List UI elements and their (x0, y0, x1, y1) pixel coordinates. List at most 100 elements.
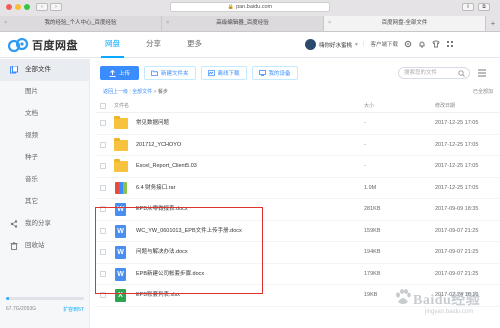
file-name[interactable]: EPB新建公司帐套步骤.docx (136, 264, 204, 285)
file-size: - (364, 141, 366, 148)
minimize-window-button[interactable] (15, 4, 21, 10)
new-tab-button[interactable]: + (486, 16, 500, 31)
word-doc-icon: W (115, 246, 126, 259)
window-controls (6, 4, 30, 10)
breadcrumb-root[interactable]: 全部文件 (132, 89, 152, 95)
sidebar-item-label: 我的分享 (25, 220, 51, 227)
sidebar-item-images[interactable]: 图片 (0, 81, 89, 103)
watermark: Baidu经验 jingyan.baidu.com (395, 287, 500, 327)
my-devices-button[interactable]: 我的设备 (251, 66, 298, 80)
sidebar-item-label: 全部文件 (25, 66, 51, 73)
tabs-overview-button[interactable]: ⧉ (478, 3, 490, 11)
column-header-date[interactable]: 修改日期 (435, 99, 455, 113)
expand-storage-link[interactable]: 扩容到5T (63, 306, 84, 313)
upload-label: 上传 (119, 71, 131, 77)
forward-nav-button[interactable]: › (50, 3, 62, 11)
chevron-down-icon: ▾ (355, 41, 358, 48)
file-size: 1.9M (364, 184, 377, 191)
list-view-icon[interactable] (478, 69, 490, 77)
user-menu[interactable]: 嗨你好水蜜桃 ▾ (305, 39, 358, 50)
back-nav-button[interactable]: ‹ (36, 3, 48, 11)
row-checkbox[interactable] (100, 270, 106, 277)
nav-more[interactable]: 更多 (187, 32, 202, 56)
row-checkbox[interactable] (100, 163, 106, 169)
nav-wangpan[interactable]: 网盘 (101, 32, 124, 58)
file-name[interactable]: 问题与解决办法.docx (136, 242, 188, 263)
file-date: 2017-09-07 21:25 (435, 249, 479, 255)
file-size: 159KB (364, 227, 381, 234)
sidebar-item-all-files[interactable]: 全部文件 (0, 59, 89, 81)
sidebar-item-docs[interactable]: 文档 (0, 103, 89, 125)
sidebar-item-recycle-bin[interactable]: 回收站 (0, 235, 89, 257)
file-name[interactable]: 常见数据问题 (136, 113, 169, 134)
trash-icon (10, 242, 18, 250)
client-download-link[interactable]: 客户端下载 (370, 40, 398, 48)
folder-plus-icon (151, 70, 158, 76)
tab-bar: × 我的经验_个人中心_百度经验 × 高级编辑器_百度经验 × 百度网盘-全部文件 + (0, 16, 500, 31)
bell-icon[interactable] (418, 40, 426, 48)
file-name[interactable]: WC_YW_0601013_EPB文件上传手册.docx (136, 221, 242, 242)
row-checkbox[interactable] (100, 206, 106, 212)
sidebar-item-label: 视频 (25, 132, 38, 139)
nav-share[interactable]: 分享 (146, 32, 161, 56)
file-icon-wrap: W (114, 267, 128, 281)
table-row[interactable]: 6.4 财务接口.rar 1.9M 2017-12-25 17:05 (96, 178, 500, 199)
file-name[interactable]: 6.4 财务接口.rar (136, 178, 175, 199)
table-row[interactable]: 常见数据问题 - 2017-12-25 17:05 (96, 113, 500, 135)
search-input[interactable]: 搜索您的文件 (398, 67, 470, 79)
sidebar-item-other[interactable]: 其它 (0, 191, 89, 213)
share-icon-button[interactable]: ⇪ (462, 3, 474, 11)
file-list: 常见数据问题 -2017-12-25 17:05 201712_YCHOYO - 201… (96, 113, 500, 307)
address-bar[interactable]: 🔒 pan.baidu.com (170, 2, 330, 12)
table-row[interactable]: W 问题与解决办法.docx 194KB 2017-09-07 21:25 (96, 242, 500, 264)
file-icon-wrap: W (114, 246, 128, 259)
file-date: 2017-12-25 17:05 (435, 120, 479, 126)
browser-tab[interactable]: × 我的经验_个人中心_百度经验 (0, 16, 162, 31)
sidebar-item-videos[interactable]: 视频 (0, 125, 89, 147)
table-row[interactable]: W EPB从零做报表.docx 281KB 2017-09-09 18:35 (96, 199, 500, 221)
select-all-checkbox[interactable] (100, 103, 106, 109)
close-tab-icon[interactable]: × (166, 16, 169, 31)
cloud-logo-icon (8, 38, 29, 52)
maximize-window-button[interactable] (24, 4, 30, 10)
file-name[interactable]: 201712_YCHOYO (136, 135, 181, 156)
close-tab-icon[interactable]: × (328, 16, 331, 31)
table-row[interactable]: 201712_YCHOYO - 2017-12-25 17:05 (96, 135, 500, 156)
grid-menu-icon[interactable] (446, 40, 454, 48)
table-row[interactable]: W EPB新建公司帐套步骤.docx 179KB 2017-09-07 21:25 (96, 264, 500, 285)
offline-download-button[interactable]: 离线下载 (200, 66, 247, 80)
new-folder-button[interactable]: 新建文件夹 (144, 66, 196, 80)
word-doc-icon: W (115, 203, 126, 216)
column-header-size[interactable]: 大小 (364, 99, 374, 113)
row-checkbox[interactable] (100, 249, 106, 255)
table-row[interactable]: Excel_Report_Client5.03 - 2017-12-25 17:05 (96, 156, 500, 178)
browser-tab[interactable]: × 高级编辑器_百度经验 (162, 16, 324, 31)
table-row[interactable]: W WC_YW_0601013_EPB文件上传手册.docx 159KB 2017-0… (96, 221, 500, 242)
row-checkbox[interactable] (100, 227, 106, 234)
row-checkbox[interactable] (100, 120, 106, 126)
baidu-pan-logo[interactable]: 百度网盘 (8, 37, 78, 53)
row-checkbox[interactable] (100, 292, 106, 298)
sidebar-item-my-shares[interactable]: 我的分享 (0, 213, 89, 235)
breadcrumb-separator: | (129, 89, 131, 95)
shirt-icon[interactable] (432, 40, 440, 48)
breadcrumb-back[interactable]: 返回上一级 (103, 89, 128, 95)
file-size: 179KB (364, 270, 381, 277)
file-name[interactable]: Excel_Report_Client5.03 (136, 156, 197, 177)
browser-tab-active[interactable]: × 百度网盘-全部文件 (324, 16, 486, 31)
excel-icon: X (115, 289, 126, 302)
search-icon[interactable] (458, 70, 465, 77)
row-checkbox[interactable] (100, 184, 106, 191)
close-tab-icon[interactable]: × (4, 16, 7, 31)
sidebar-item-label: 音乐 (25, 176, 38, 183)
file-icon-wrap: W (114, 224, 128, 238)
column-header-name[interactable]: 文件名 (114, 99, 129, 113)
upload-button[interactable]: 上传 (100, 66, 140, 80)
close-window-button[interactable] (6, 4, 12, 10)
file-name[interactable]: EPB从零做报表.docx (136, 199, 188, 220)
sidebar-item-music[interactable]: 音乐 (0, 169, 89, 191)
sidebar-item-torrents[interactable]: 种子 (0, 147, 89, 169)
row-checkbox[interactable] (100, 141, 106, 148)
file-name[interactable]: EPB账套列表.xlsx (136, 285, 180, 306)
gear-icon[interactable] (404, 40, 412, 48)
